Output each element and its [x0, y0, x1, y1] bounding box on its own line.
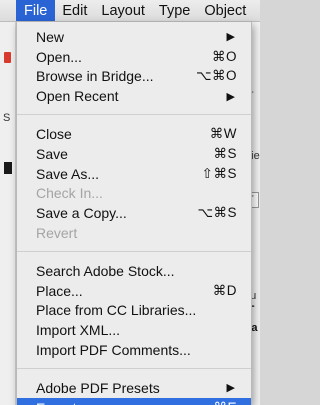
- menu-item-shortcut: ⌥⌘S: [197, 205, 237, 221]
- menu-item-import-xml[interactable]: Import XML...: [17, 320, 251, 340]
- menu-item-label: Import XML...: [36, 322, 121, 339]
- menu-item-label: Place from CC Libraries...: [36, 302, 197, 319]
- menu-layout[interactable]: Layout: [94, 0, 152, 21]
- background-left-panel: S: [0, 22, 16, 405]
- menu-item-adobe-pdf-presets[interactable]: Adobe PDF Presets ▶: [17, 378, 251, 398]
- menu-object[interactable]: Object: [197, 0, 253, 21]
- menu-item-save-a-copy[interactable]: Save a Copy... ⌥⌘S: [17, 203, 251, 223]
- red-indicator: [4, 52, 11, 63]
- menu-item-place-from-cc-libraries[interactable]: Place from CC Libraries...: [17, 301, 251, 321]
- menu-item-shortcut: ⇧⌘S: [201, 165, 237, 181]
- menu-file[interactable]: File: [16, 0, 56, 21]
- file-menu-dropdown: New ▶ Open... ⌘O Browse in Bridge... ⌥⌘O Open …: [16, 22, 252, 405]
- menu-item-search-adobe-stock[interactable]: Search Adobe Stock...: [17, 261, 251, 281]
- screen: S e p- Vie T bu -T Sa File Edit Layout T…: [0, 0, 260, 405]
- menu-item-revert: Revert: [17, 223, 251, 243]
- menu-item-open-recent[interactable]: Open Recent ▶: [17, 86, 251, 106]
- background-text: S: [3, 112, 11, 124]
- menu-item-shortcut: ⌘S: [213, 145, 237, 161]
- menu-item-check-in: Check In...: [17, 184, 251, 204]
- menu-item-save[interactable]: Save ⌘S: [17, 144, 251, 164]
- background-block: [4, 162, 12, 174]
- menu-item-label: Close: [36, 126, 72, 143]
- menu-item-label: Search Adobe Stock...: [36, 262, 175, 279]
- menu-item-label: Import PDF Comments...: [36, 342, 191, 359]
- menu-item-shortcut: ⌥⌘O: [195, 68, 237, 84]
- menu-item-shortcut: ⌘D: [212, 282, 237, 298]
- menu-separator: [17, 250, 251, 252]
- menu-item-open[interactable]: Open... ⌘O: [17, 47, 251, 67]
- submenu-arrow-icon: ▶: [226, 31, 235, 44]
- menu-item-label: Adobe PDF Presets: [36, 379, 160, 396]
- menu-item-label: Export...: [36, 400, 213, 405]
- menu-item-label: Open Recent: [36, 88, 119, 105]
- menu-type[interactable]: Type: [152, 0, 197, 21]
- menu-item-label: New: [36, 28, 65, 45]
- menu-separator: [17, 114, 251, 116]
- menu-item-shortcut: ⌘O: [211, 48, 237, 64]
- menu-item-browse-in-bridge[interactable]: Browse in Bridge... ⌥⌘O: [17, 67, 251, 87]
- menu-edit[interactable]: Edit: [55, 0, 94, 21]
- menu-item-label: Check In...: [36, 185, 103, 202]
- menu-item-shortcut: ⌘E: [213, 400, 237, 405]
- menu-item-label: Save: [36, 145, 68, 162]
- menu-item-label: Save As...: [36, 165, 100, 182]
- menu-item-label: Place...: [36, 282, 83, 299]
- submenu-arrow-icon: ▶: [226, 382, 235, 395]
- menu-item-label: Save a Copy...: [36, 205, 127, 222]
- menu-item-import-pdf-comments[interactable]: Import PDF Comments...: [17, 340, 251, 360]
- menu-separator: [17, 367, 251, 369]
- menu-item-label: Browse in Bridge...: [36, 68, 154, 85]
- menu-bar: File Edit Layout Type Object: [0, 0, 260, 22]
- menu-item-export[interactable]: Export...⌘E: [17, 397, 251, 405]
- menu-item-label: Revert: [36, 225, 78, 242]
- menu-item-new[interactable]: New ▶: [17, 27, 251, 47]
- menu-item-shortcut: ⌘W: [209, 126, 237, 142]
- submenu-arrow-icon: ▶: [226, 90, 235, 103]
- menu-item-place[interactable]: Place... ⌘D: [17, 281, 251, 301]
- menu-item-close[interactable]: Close ⌘W: [17, 124, 251, 144]
- menu-item-label: Open...: [36, 48, 82, 65]
- menu-item-save-as[interactable]: Save As... ⇧⌘S: [17, 164, 251, 184]
